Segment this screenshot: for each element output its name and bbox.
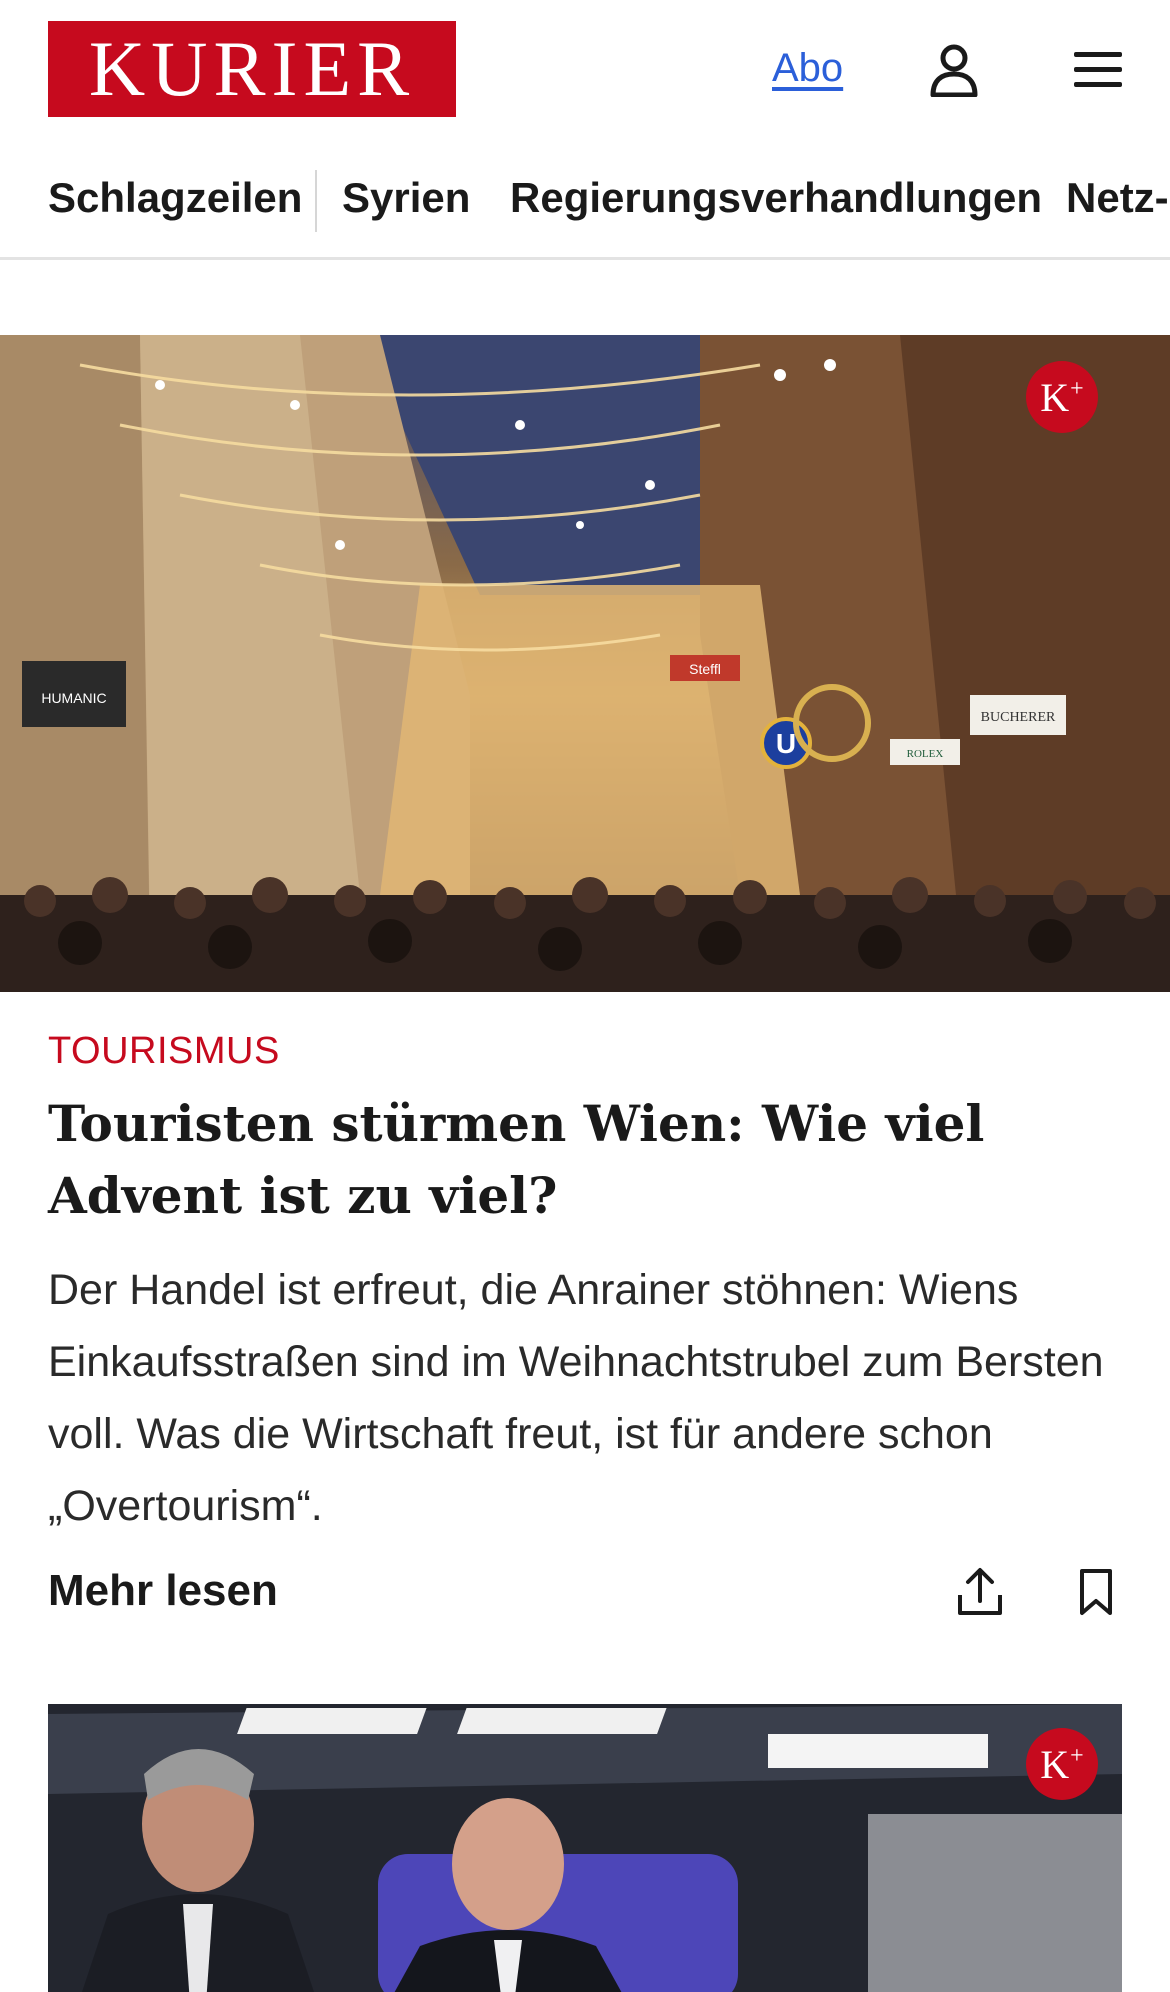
ubahn-sign: U (776, 728, 796, 759)
shop-sign-humanic: HUMANIC (41, 690, 106, 706)
shop-sign-steffl: Steffl (689, 661, 721, 677)
shop-sign-bucherer: BUCHERER (981, 710, 1056, 725)
premium-badge-icon: K+ (1026, 361, 1098, 433)
nav-item-regierungsverhandlungen[interactable]: Regierungsverhandlungen (510, 174, 1042, 222)
user-icon[interactable] (922, 38, 986, 102)
abo-link[interactable]: Abo (772, 46, 843, 91)
nav-item-netz[interactable]: Netz- (1066, 174, 1169, 222)
article-hero-image[interactable]: HUMANIC Steffl BUCHERER ROLEX U K+ (0, 335, 1170, 992)
article-image-2[interactable]: K+ (48, 1704, 1122, 1992)
topic-nav: Schlagzeilen Syrien Regierungsverhandlun… (0, 160, 1170, 260)
hamburger-menu-icon[interactable] (1066, 38, 1130, 102)
article-category[interactable]: TOURISMUS (48, 1030, 280, 1073)
bookmark-icon[interactable] (1064, 1560, 1128, 1624)
shop-sign-rolex: ROLEX (907, 748, 944, 760)
kurier-logo[interactable]: KURIER (48, 21, 456, 117)
nav-item-schlagzeilen[interactable]: Schlagzeilen (48, 174, 302, 222)
read-more-link[interactable]: Mehr lesen (48, 1566, 278, 1616)
share-icon[interactable] (948, 1560, 1012, 1624)
nav-divider (315, 170, 317, 232)
article-teaser[interactable]: Der Handel ist erfreut, die Anrainer stö… (48, 1254, 1138, 1542)
premium-badge-icon: K+ (1026, 1728, 1098, 1800)
site-header: KURIER Abo (0, 0, 1170, 140)
article-headline[interactable]: Touristen stürmen Wien: Wie viel Advent … (48, 1088, 1128, 1232)
nav-item-syrien[interactable]: Syrien (342, 174, 470, 222)
